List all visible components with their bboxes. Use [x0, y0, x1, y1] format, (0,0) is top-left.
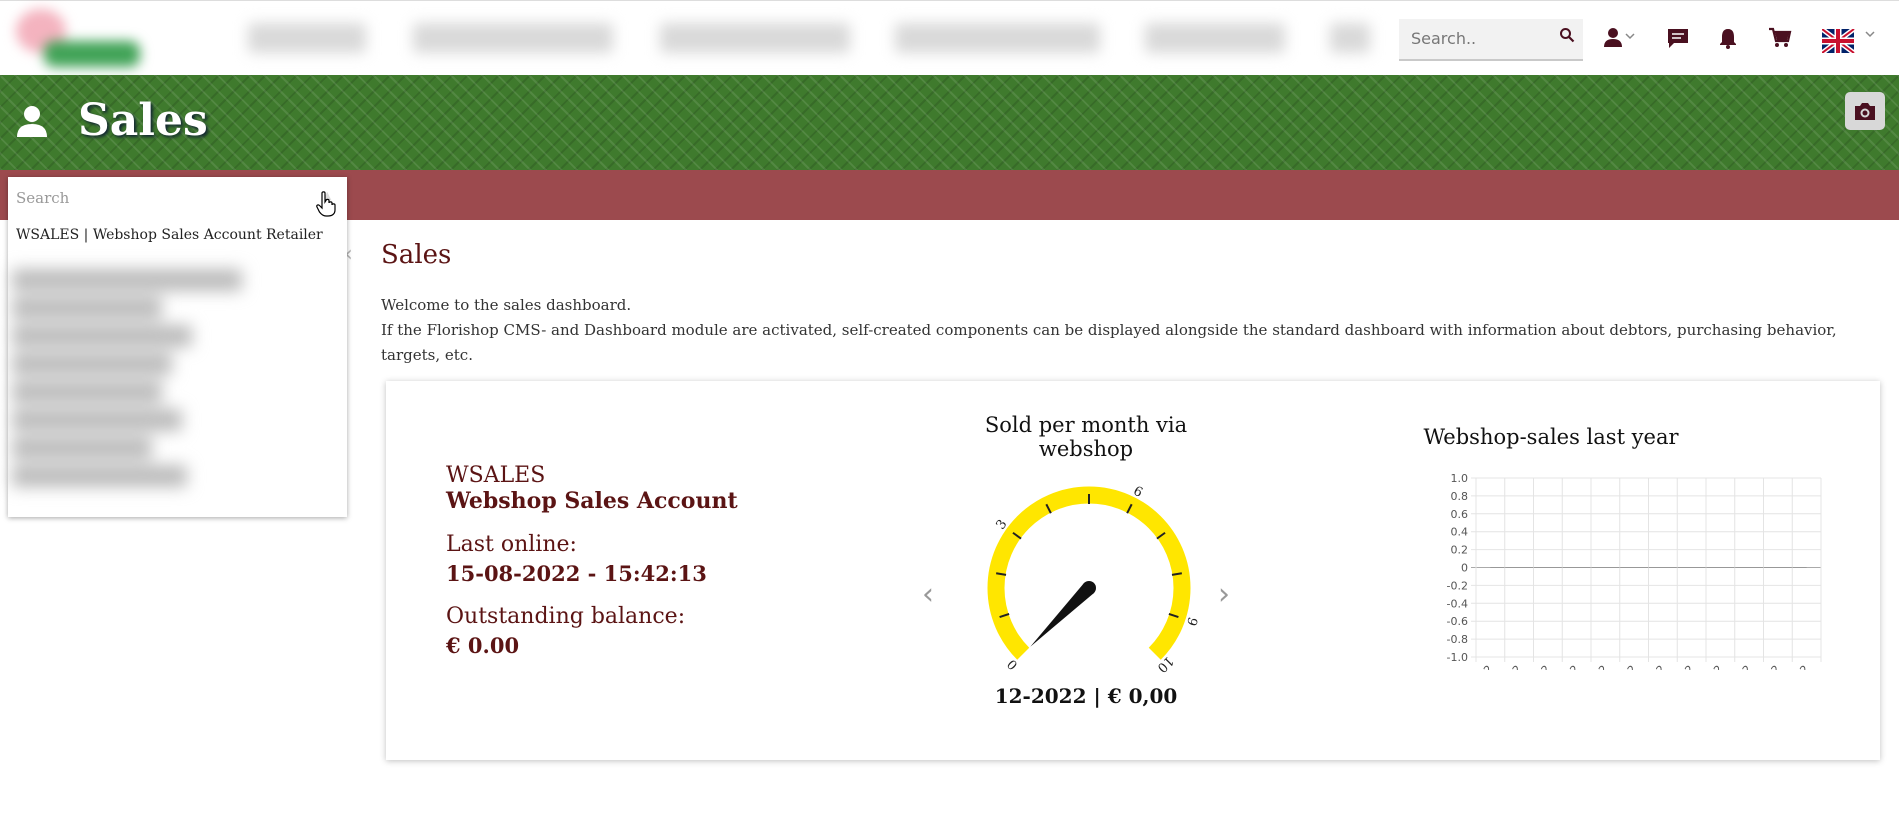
user-icon[interactable] — [1603, 27, 1637, 53]
gauge-arc — [987, 486, 1191, 660]
account-code: WSALES — [446, 463, 546, 488]
page-title: Sales — [78, 95, 208, 146]
chart-y-tick-label: -0.6 — [1447, 615, 1468, 628]
chart-y-tick-label: 1.0 — [1451, 472, 1469, 485]
chart-y-tick-label: -1.0 — [1447, 651, 1468, 664]
chart-y-tick-label: 0.4 — [1451, 526, 1469, 539]
header-search — [1399, 19, 1583, 61]
top-navbar — [0, 0, 1899, 76]
search-icon[interactable] — [1559, 27, 1575, 47]
chart-y-tick-label: 0.6 — [1451, 508, 1469, 521]
chart-title: Webshop-sales last year — [1423, 425, 1679, 449]
nav-item-blurred[interactable] — [1145, 23, 1285, 53]
account-search-input[interactable] — [8, 177, 318, 219]
gauge-prev-icon[interactable]: ‹ — [922, 577, 934, 612]
nav-item-blurred[interactable] — [248, 23, 366, 53]
logo[interactable] — [6, 5, 146, 69]
nav-item-blurred[interactable] — [1330, 23, 1370, 53]
cart-icon[interactable] — [1768, 27, 1792, 53]
gauge-tick-label: 10 — [1154, 653, 1176, 675]
chart-y-tick-label: -0.2 — [1447, 579, 1468, 592]
chart-y-tick-label: 0.2 — [1451, 544, 1469, 557]
balance-value: € 0.00 — [446, 633, 520, 658]
gauge-tick-label: 9 — [1183, 615, 1200, 628]
gauge-title: Sold per month via webshop — [984, 413, 1188, 461]
nav-item-blurred[interactable] — [895, 23, 1100, 53]
intro-line-1: Welcome to the sales dashboard. — [381, 296, 632, 314]
gauge-needle-hub — [1082, 581, 1096, 595]
hand-cursor-icon — [316, 191, 336, 221]
sales-gauge: 036910 — [987, 484, 1200, 675]
header-search-input[interactable] — [1399, 19, 1551, 57]
dropdown-option[interactable]: WSALES | Webshop Sales Account Retailer — [16, 227, 323, 243]
nav-item-blurred[interactable] — [413, 23, 613, 53]
account-info: WSALES Webshop Sales Account Last online… — [446, 463, 738, 658]
chart-y-tick-label: -0.4 — [1447, 597, 1468, 610]
balance-label: Outstanding balance: — [446, 604, 686, 629]
bell-icon[interactable] — [1718, 27, 1738, 53]
uk-flag-icon[interactable] — [1820, 27, 1878, 57]
chat-icon[interactable] — [1666, 27, 1690, 53]
dashboard-card: WSALES Webshop Sales Account Last online… — [386, 381, 1880, 760]
page-banner: Sales — [0, 75, 1899, 170]
account-dropdown: ▲ WSALES | Webshop Sales Account Retaile… — [8, 177, 347, 517]
blurred-option-list[interactable] — [12, 263, 264, 513]
camera-button[interactable] — [1845, 92, 1885, 130]
chart-y-tick-label: 0 — [1461, 562, 1468, 575]
intro-text: Welcome to the sales dashboard. If the F… — [381, 293, 1899, 368]
chart-y-tick-label: 0.8 — [1451, 490, 1469, 503]
gauge-caption: 12-2022 | € 0,00 — [994, 684, 1178, 708]
nav-item-blurred[interactable] — [660, 23, 850, 53]
last-online-value: 15-08-2022 - 15:42:13 — [446, 561, 707, 586]
sales-line-chart: 1.00.80.60.40.20-0.2-0.4-0.6-0.8-1.001-2… — [1447, 472, 1822, 670]
chart-y-tick-label: -0.8 — [1447, 633, 1468, 646]
account-name: Webshop Sales Account — [446, 488, 738, 514]
last-online-label: Last online: — [446, 532, 577, 557]
section-title: Sales — [381, 240, 452, 270]
intro-line-2: If the Florishop CMS- and Dashboard modu… — [381, 321, 1837, 364]
user-icon — [14, 103, 50, 143]
gauge-tick-label: 0 — [1005, 656, 1021, 672]
